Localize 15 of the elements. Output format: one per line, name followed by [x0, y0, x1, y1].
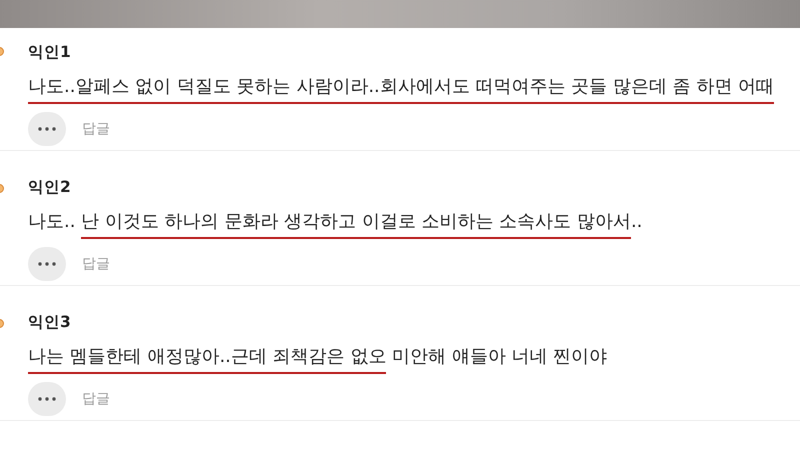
more-icon [38, 397, 56, 401]
more-icon [38, 262, 56, 266]
comment-text: 나도..알페스 없이 덕질도 못하는 사람이라..회사에서도 떠먹여주는 곳들 많은데 좀 하면 어때 [28, 75, 774, 104]
reply-link[interactable]: 답글 [82, 120, 110, 138]
more-icon [38, 127, 56, 131]
reply-link[interactable]: 답글 [82, 255, 110, 273]
author-name: 익인2 [28, 177, 71, 198]
author-name: 익인1 [28, 42, 71, 63]
comment-text: 나는 멤들한테 애정많아..근데 죄책감은 없오 미안해 얘들아 너네 찐이야 [28, 345, 608, 374]
more-button[interactable] [28, 382, 66, 416]
comment-text: 나도.. 난 이것도 하나의 문화라 생각하고 이걸로 소비하는 소속사도 많아서.. [28, 210, 642, 239]
author-name: 익인3 [28, 312, 71, 333]
more-button[interactable] [28, 112, 66, 146]
reply-link[interactable]: 답글 [82, 390, 110, 408]
more-button[interactable] [28, 247, 66, 281]
